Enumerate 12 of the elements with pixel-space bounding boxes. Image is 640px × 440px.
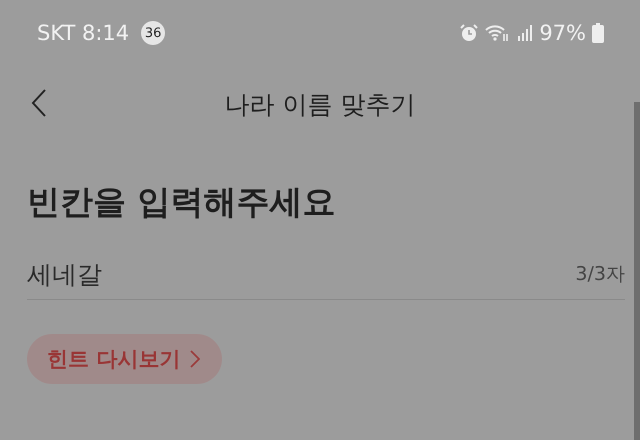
battery-percent: 97% bbox=[539, 21, 586, 45]
alarm-clock-icon bbox=[459, 23, 480, 43]
scrollbar[interactable] bbox=[634, 102, 640, 440]
screen-title: 나라 이름 맞추기 bbox=[224, 88, 416, 120]
battery-icon bbox=[592, 23, 604, 43]
carrier-time: SKT 8:14 bbox=[37, 21, 130, 45]
character-counter: 3/3자 bbox=[575, 262, 625, 287]
chevron-right-icon bbox=[190, 350, 200, 368]
answer-field[interactable]: 세네갈 3/3자 bbox=[27, 249, 625, 300]
notification-count: 36 bbox=[141, 21, 166, 45]
prompt-heading: 빈칸을 입력해주세요 bbox=[27, 181, 336, 223]
signal-icon bbox=[517, 24, 534, 42]
